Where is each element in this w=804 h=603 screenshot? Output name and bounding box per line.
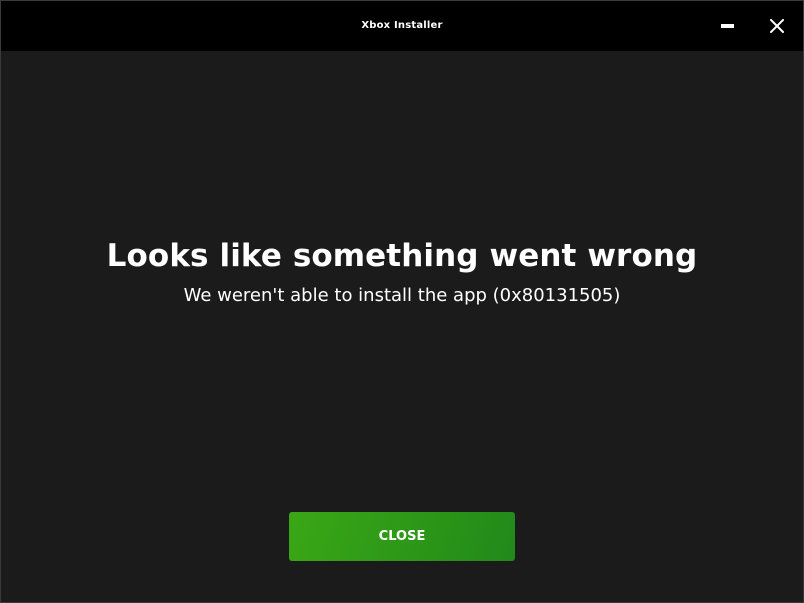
close-icon: [770, 19, 784, 33]
error-message: We weren't able to install the app (0x80…: [183, 285, 621, 306]
minimize-icon: [721, 24, 734, 28]
close-window-button[interactable]: [759, 8, 795, 44]
error-headline: Looks like something went wrong: [106, 238, 698, 274]
close-button[interactable]: CLOSE: [289, 512, 515, 561]
installer-window: Xbox Installer Looks like something went…: [0, 0, 804, 603]
close-button-label: CLOSE: [378, 529, 426, 544]
error-content: Looks like something went wrong We weren…: [1, 51, 803, 602]
minimize-button[interactable]: [709, 8, 745, 44]
title-bar: Xbox Installer: [1, 1, 803, 51]
window-title: Xbox Installer: [361, 20, 443, 31]
